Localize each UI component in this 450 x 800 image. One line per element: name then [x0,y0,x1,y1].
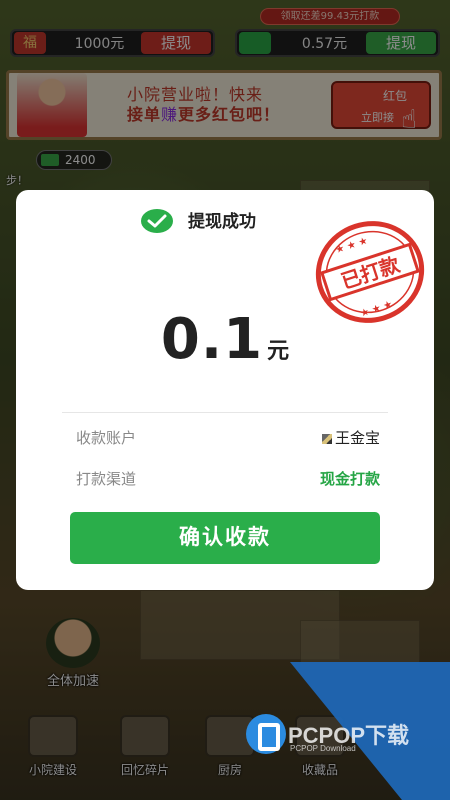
amount-unit: 元 [267,339,290,364]
pcpop-logo-icon [246,714,286,754]
watermark: PCPOP下载 PCPOP Download [246,714,446,764]
account-avatar-icon [321,433,332,444]
divider [62,412,388,413]
payment-channel-row: 打款渠道 现金打款 [76,467,380,491]
payment-channel-label: 打款渠道 [76,470,137,488]
payment-channel-value: 现金打款 [319,470,380,488]
receiving-account-row: 收款账户 王金宝 [76,426,380,450]
amount-display: 0.1 元 [16,308,434,372]
wechat-pay-icon [141,209,173,233]
svg-text:★ ★ ★: ★ ★ ★ [334,236,369,257]
withdraw-amount: 0.1 [160,307,264,372]
receiving-account-label: 收款账户 [76,429,137,447]
withdraw-success-dialog: 提现成功 ★ ★ ★ ★ ★ ★ 已打款 0.1 元 收款账户 王金宝 打款渠道 … [16,190,434,590]
receiving-account-value: 王金宝 [321,426,380,450]
watermark-subtext: PCPOP Download [290,744,356,753]
dialog-title: 提现成功 [188,212,256,232]
confirm-receipt-button[interactable]: 确认收款 [70,512,380,564]
